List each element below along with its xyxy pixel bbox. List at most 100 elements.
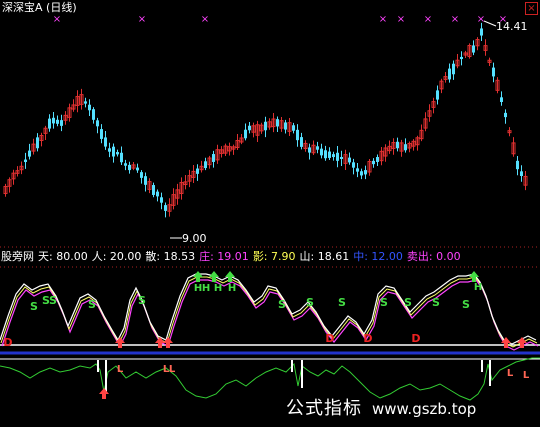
indicator-panel: S S S S S S S S S S S SH H H H HD D D D [0, 271, 540, 360]
candle-body [348, 157, 351, 163]
param-ying: 影: 7.90 [252, 250, 296, 263]
candle-body [100, 129, 103, 139]
sell-signal-label: S [338, 296, 346, 309]
candle-body [92, 109, 95, 120]
candle-body [316, 146, 319, 150]
sub-up-arrow-icon [99, 388, 109, 399]
candle-body [336, 152, 339, 161]
buy-up-arrow-icon [517, 337, 527, 348]
candle-body [492, 67, 495, 77]
candle-body [292, 125, 295, 131]
high-pointer-line [483, 20, 497, 27]
candle-body [308, 147, 311, 153]
candle-body [136, 167, 139, 171]
candle-body [36, 137, 39, 149]
stock-chart[interactable]: × × × × × × × × × S S S S S S S S S S S SH H H H HD D D D LLLLL [0, 0, 540, 427]
candle-body [84, 101, 87, 104]
candle-body [140, 172, 143, 178]
sell-signal-label: S [306, 296, 314, 309]
x-marker-icon: × [477, 14, 485, 25]
zhuang-line [1, 279, 539, 351]
sell-signal-label: S [30, 300, 38, 313]
candle-body [244, 129, 247, 139]
low-signal-label: L [117, 364, 124, 375]
candle-body [480, 28, 483, 36]
candle-body [24, 159, 27, 163]
sell-signal-label: S [432, 296, 440, 309]
candle-body [324, 150, 327, 159]
candle-body [156, 191, 159, 197]
candle-body [504, 112, 507, 118]
candle-body [296, 129, 299, 141]
watermark: 公式指标 www.gszb.top [286, 399, 476, 419]
param-zhuang: 庄: 19.01 [199, 250, 249, 263]
window-title: 深深宝A (日线) [2, 1, 77, 14]
candle-body [436, 90, 439, 100]
bottom-signal-label: D [3, 336, 12, 349]
high-price-label: 14.41 [496, 20, 528, 33]
candle-body [248, 125, 251, 131]
candle-body [104, 137, 107, 147]
candle-body [340, 156, 343, 160]
candle-body [56, 119, 59, 124]
candle-body [120, 152, 123, 163]
candle-body [52, 117, 55, 124]
candle-body [144, 176, 147, 185]
x-marker-icon: × [397, 14, 405, 25]
sell-signal-label: S [404, 296, 412, 309]
candle-body [284, 122, 287, 130]
candle-body [356, 168, 359, 172]
x-marker-icon: × [201, 14, 209, 25]
sub-green-line [0, 357, 540, 401]
param-shan: 山: 18.61 [299, 250, 350, 263]
candlestick-panel [3, 20, 528, 239]
candle-body [364, 170, 367, 175]
candle-body [376, 157, 379, 162]
x-marker-icon: × [138, 14, 146, 25]
candle-body [264, 121, 267, 131]
candle-body [108, 148, 111, 152]
param-zhong: 中: 12.00 [353, 250, 403, 263]
bottom-signal-label: D [363, 332, 372, 345]
sell-signal-label: S [278, 298, 286, 311]
low-signal-label: L [507, 368, 514, 379]
candle-body [96, 120, 99, 127]
candle-body [212, 154, 215, 162]
hold-signal-label: H [474, 282, 482, 293]
sell-signal-label: S [462, 298, 470, 311]
candle-body [124, 163, 127, 166]
candle-body [328, 151, 331, 158]
candle-body [516, 160, 519, 170]
hold-signal-label: H [214, 283, 222, 294]
x-marker-icon: × [451, 14, 459, 25]
candle-body [60, 120, 63, 126]
ying-line [0, 276, 538, 348]
close-box-icon[interactable]: × [525, 2, 538, 15]
candle-body [352, 162, 355, 168]
sell-signal-label: S [49, 294, 57, 307]
candle-body [160, 197, 163, 203]
candle-body [48, 118, 51, 129]
candle-body [404, 144, 407, 151]
candle-body [152, 185, 155, 195]
candle-body [88, 104, 91, 111]
watermark-site: www.gszb.top [372, 400, 477, 418]
candle-body [204, 161, 207, 169]
candle-body [128, 164, 131, 171]
sub-indicator-panel: LLLLL [0, 357, 540, 401]
low-signal-label: L [523, 370, 530, 381]
candle-body [116, 152, 119, 155]
bottom-signal-label: D [411, 332, 420, 345]
candle-body [448, 68, 451, 80]
param-san: 散: 18.53 [145, 250, 196, 263]
bottom-signal-label: D [325, 332, 334, 345]
x-marker-icon: × [53, 14, 61, 25]
candle-body [520, 171, 523, 176]
hold-signal-label: H [202, 283, 210, 294]
candle-body [164, 205, 167, 211]
watermark-brand: 公式指标 [286, 398, 362, 419]
candle-body [372, 160, 375, 165]
candle-body [112, 146, 115, 157]
indicator-name: 股旁网 [1, 250, 34, 263]
candle-body [28, 150, 31, 157]
